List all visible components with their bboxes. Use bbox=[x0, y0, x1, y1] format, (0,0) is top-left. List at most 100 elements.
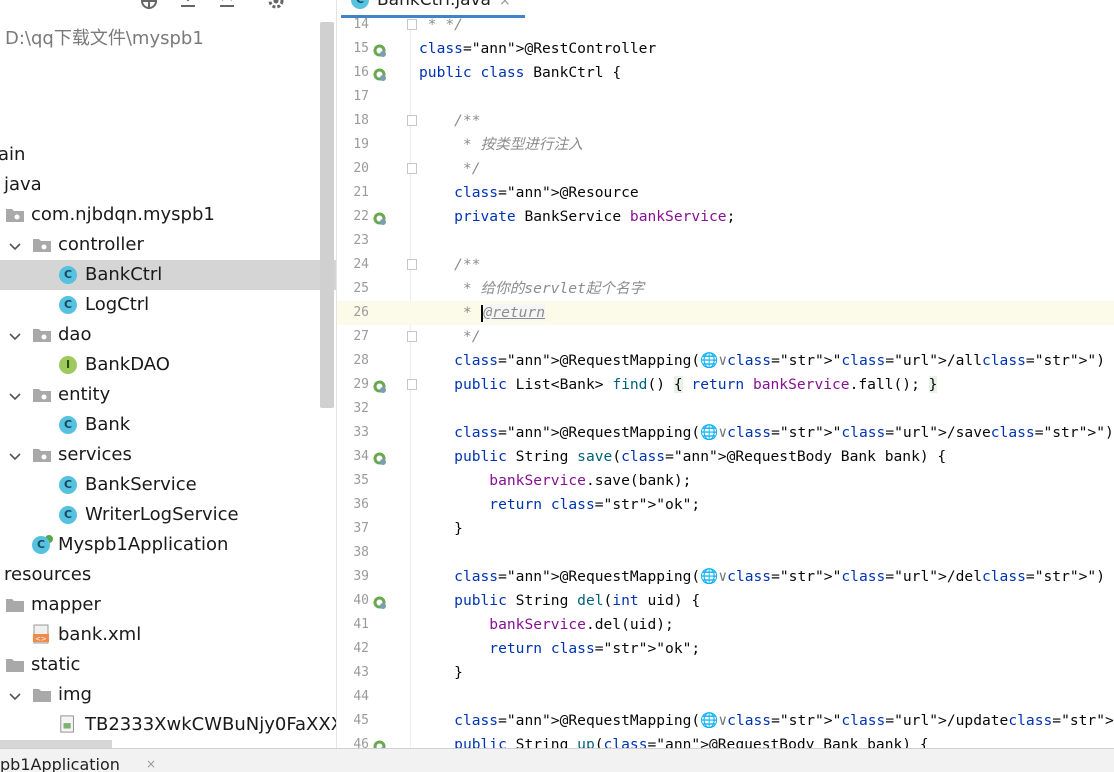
fold-marker-icon[interactable] bbox=[407, 19, 417, 30]
bean-icon[interactable] bbox=[372, 42, 387, 57]
tree-item-img[interactable]: img bbox=[0, 680, 336, 710]
tree-item-writerlogservice[interactable]: C WriterLogService bbox=[0, 500, 336, 530]
folder-icon bbox=[5, 657, 25, 673]
chevron-down-icon[interactable] bbox=[8, 388, 22, 402]
line-number: 40 bbox=[353, 593, 369, 608]
code-line[interactable]: 43 } bbox=[337, 661, 1114, 685]
tree-item-label: Bank bbox=[85, 414, 131, 435]
tree-item-label: bank.xml bbox=[58, 624, 142, 645]
code-text: class="ann">@RestController bbox=[419, 40, 657, 57]
tree-item-ain[interactable]: ain bbox=[0, 140, 336, 170]
line-number: 15 bbox=[353, 41, 369, 56]
code-line[interactable]: 15 class="ann">@RestController bbox=[337, 37, 1114, 61]
code-line[interactable]: 44 bbox=[337, 685, 1114, 709]
tree-item-java[interactable]: java bbox=[0, 170, 336, 200]
line-number: 26 bbox=[353, 305, 369, 320]
line-number: 17 bbox=[353, 89, 369, 104]
web-icon[interactable] bbox=[372, 594, 387, 609]
code-line[interactable]: 37 } bbox=[337, 517, 1114, 541]
fold-marker-icon[interactable] bbox=[407, 163, 417, 174]
code-line[interactable]: 35 bankService.save(bank); bbox=[337, 469, 1114, 493]
line-number: 20 bbox=[353, 161, 369, 176]
code-line[interactable]: 32 bbox=[337, 397, 1114, 421]
web-icon[interactable] bbox=[372, 738, 387, 748]
tab-bankctrl-java[interactable]: C BankCtrl.java × bbox=[341, 0, 525, 18]
locate-icon[interactable] bbox=[139, 0, 159, 11]
fold-marker-icon[interactable] bbox=[407, 379, 417, 390]
tree-item-resources[interactable]: resources bbox=[0, 560, 336, 590]
run-config-tab[interactable]: pb1Application bbox=[0, 755, 120, 772]
tree-item-bank[interactable]: C Bank bbox=[0, 410, 336, 440]
close-run-tab-icon[interactable]: × bbox=[146, 757, 156, 771]
code-line[interactable]: 36 return class="str">"ok"; bbox=[337, 493, 1114, 517]
line-number: 41 bbox=[353, 617, 369, 632]
line-number: 35 bbox=[353, 473, 369, 488]
tree-item-dao[interactable]: dao bbox=[0, 320, 336, 350]
tree-scrollbar-vertical[interactable] bbox=[320, 22, 334, 408]
code-line[interactable]: 16 public class BankCtrl { bbox=[337, 61, 1114, 85]
code-line[interactable]: 42 return class="str">"ok"; bbox=[337, 637, 1114, 661]
code-line[interactable]: 39 class="ann">@RequestMapping(🌐∨class="… bbox=[337, 565, 1114, 589]
code-line[interactable]: 21 class="ann">@Resource bbox=[337, 181, 1114, 205]
code-line[interactable]: 45 class="ann">@RequestMapping(🌐∨class="… bbox=[337, 709, 1114, 733]
hide-panel-icon[interactable] bbox=[306, 0, 326, 11]
tree-item-bankctrl[interactable]: C BankCtrl bbox=[0, 260, 336, 290]
code-line[interactable]: 41 bankService.del(uid); bbox=[337, 613, 1114, 637]
inject-icon[interactable] bbox=[372, 210, 387, 225]
tree-item-myspb1application[interactable]: C Myspb1Application bbox=[0, 530, 336, 560]
tree-item-logctrl[interactable]: C LogCtrl bbox=[0, 290, 336, 320]
code-line[interactable]: 28 class="ann">@RequestMapping(🌐∨class="… bbox=[337, 349, 1114, 373]
code-line[interactable]: 26 * @return bbox=[337, 301, 1114, 325]
web-icon[interactable] bbox=[372, 378, 387, 393]
tree-item-entity[interactable]: entity bbox=[0, 380, 336, 410]
gear-icon[interactable] bbox=[266, 0, 286, 11]
fold-marker-icon[interactable] bbox=[407, 331, 417, 342]
chevron-down-icon[interactable] bbox=[8, 688, 22, 702]
code-line[interactable]: 24 /** bbox=[337, 253, 1114, 277]
tree-item-tb2333xwkcwbunjy0faxxxulxxa[interactable]: TB2333XwkCWBuNjy0FaXXXUlXXa bbox=[0, 710, 336, 740]
project-root-path: D:\qq下载文件\myspb1 bbox=[5, 28, 204, 49]
web-icon[interactable] bbox=[372, 450, 387, 465]
code-line[interactable]: 22 private BankService bankService; bbox=[337, 205, 1114, 229]
run-tool-window-bar: pb1Application × bbox=[0, 748, 1114, 772]
tree-item-bankdao[interactable]: I BankDAO bbox=[0, 350, 336, 380]
fold-marker-icon[interactable] bbox=[407, 115, 417, 126]
line-number: 42 bbox=[353, 641, 369, 656]
code-line[interactable]: 18 /** bbox=[337, 109, 1114, 133]
fold-marker-icon[interactable] bbox=[407, 259, 417, 270]
code-text: public List<Bank> find() { return bankSe… bbox=[454, 376, 938, 393]
chevron-down-icon[interactable] bbox=[8, 238, 22, 252]
code-line[interactable]: 20 */ bbox=[337, 157, 1114, 181]
code-line[interactable]: 34 public String save(class="ann">@Reque… bbox=[337, 445, 1114, 469]
line-number: 36 bbox=[353, 497, 369, 512]
chevron-down-icon[interactable] bbox=[8, 328, 22, 342]
tree-item-controller[interactable]: controller bbox=[0, 230, 336, 260]
code-line[interactable]: 27 */ bbox=[337, 325, 1114, 349]
bean-icon[interactable] bbox=[372, 66, 387, 81]
tree-item-services[interactable]: services bbox=[0, 440, 336, 470]
tree-item-bank-xml[interactable]: <> bank.xml bbox=[0, 620, 336, 650]
tree-scrollbar-horizontal[interactable] bbox=[0, 740, 112, 748]
code-line[interactable]: 17 bbox=[337, 85, 1114, 109]
code-line[interactable]: 25 * 给你的servlet起个名字 bbox=[337, 277, 1114, 301]
code-line[interactable]: 33 class="ann">@RequestMapping(🌐∨class="… bbox=[337, 421, 1114, 445]
code-line[interactable]: 23 bbox=[337, 229, 1114, 253]
expand-all-icon[interactable] bbox=[178, 0, 198, 11]
code-line[interactable]: 29 public List<Bank> find() { return ban… bbox=[337, 373, 1114, 397]
code-text: * 按类型进行注入 bbox=[419, 136, 583, 153]
tree-item-static[interactable]: static bbox=[0, 650, 336, 680]
collapse-all-icon[interactable] bbox=[217, 0, 237, 11]
line-number: 39 bbox=[353, 569, 369, 584]
tree-item-com-njbdqn-myspb1[interactable]: com.njbdqn.myspb1 bbox=[0, 200, 336, 230]
code-line[interactable]: 19 * 按类型进行注入 bbox=[337, 133, 1114, 157]
close-tab-icon[interactable]: × bbox=[499, 0, 511, 9]
tree-item-mapper[interactable]: mapper bbox=[0, 590, 336, 620]
chevron-down-icon[interactable] bbox=[8, 448, 22, 462]
tree-item-bankservice[interactable]: C BankService bbox=[0, 470, 336, 500]
line-number: 27 bbox=[353, 329, 369, 344]
code-text: bankService.save(bank); bbox=[489, 472, 692, 489]
code-editor[interactable]: 14 * */15 class="ann">@RestController 16 pu… bbox=[336, 0, 1114, 748]
code-line[interactable]: 40 public String del(int uid) { bbox=[337, 589, 1114, 613]
code-line[interactable]: 46 public String up(class="ann">@Request… bbox=[337, 733, 1114, 748]
code-line[interactable]: 38 bbox=[337, 541, 1114, 565]
